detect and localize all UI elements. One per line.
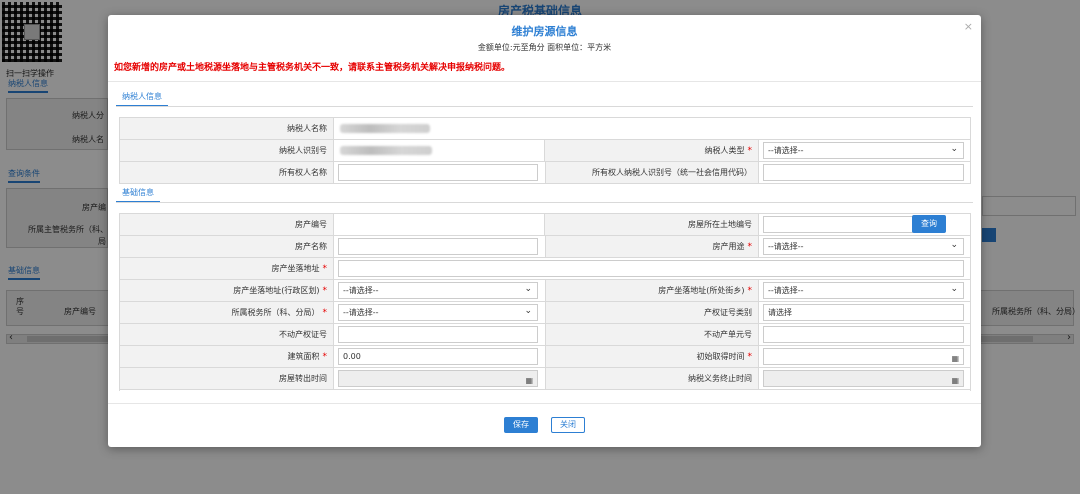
header-divider [108, 81, 981, 82]
tax-office-label: 所属税务所（科、分局） * [120, 302, 334, 323]
taxpayer-name-value [334, 118, 972, 139]
taxpayer-id-label: 纳税人识别号 [120, 140, 334, 161]
acquire-date-label: 初始取得时间 * [545, 346, 759, 367]
unit-no-input[interactable] [763, 326, 964, 343]
calendar-icon[interactable]: ▦ [525, 373, 533, 388]
tab-basic-info: 基础信息 [116, 187, 160, 203]
transfer-date-label: 房屋转出时间 [120, 368, 334, 389]
property-code-label: 房产编号 [120, 214, 334, 235]
owner-name-label: 所有权人名称 [120, 162, 334, 183]
transfer-date-input[interactable]: ▦ [338, 370, 538, 387]
cert-type-select[interactable]: 请选择 [763, 304, 964, 321]
form-row: 纳税人名称 [120, 118, 970, 140]
taxpayer-type-select[interactable]: --请选择-- ⌄ [763, 142, 964, 159]
owner-name-input[interactable] [338, 164, 538, 181]
district-select[interactable]: --请选择-- ⌄ [338, 282, 538, 299]
form-row: 房产坐落地址 * [120, 258, 970, 280]
land-code-input[interactable] [763, 216, 913, 233]
maintain-property-modal: 维护房源信息 金额单位:元至角分 面积单位：平方米 如您新增的房产或土地税源坐落… [108, 15, 981, 447]
chevron-down-icon: ⌄ [524, 284, 532, 294]
calendar-icon[interactable]: ▦ [951, 351, 959, 366]
taxpayer-name-label: 纳税人名称 [120, 118, 334, 139]
land-code-label: 房屋所在土地编号 [545, 214, 759, 235]
close-button[interactable]: 关闭 [551, 417, 585, 433]
footer-divider [108, 403, 981, 404]
basic-form: 房产编号 房屋所在土地编号 查询 房产名称 房产用途 * --请选择-- ⌄ 房产坐… [119, 213, 971, 391]
street-label: 房产坐落地址(所处街乡) * [545, 280, 759, 301]
address-input[interactable] [338, 260, 964, 277]
form-row: 建筑面积* 初始取得时间* ▦ [120, 346, 970, 368]
tab-taxpayer-info: 纳税人信息 [116, 91, 168, 107]
form-row: 所有权人名称 所有权人纳税人识别号（统一社会信用代码） [120, 162, 970, 184]
street-select[interactable]: --请选择-- ⌄ [763, 282, 964, 299]
unit-no-label: 不动产单元号 [545, 324, 759, 345]
district-label: 房产坐落地址(行政区划) * [120, 280, 334, 301]
cert-no-label: 不动产权证号 [120, 324, 334, 345]
redacted-taxpayer-name [340, 124, 430, 133]
property-name-label: 房产名称 [120, 236, 334, 257]
modal-header: 维护房源信息 金额单位:元至角分 面积单位：平方米 如您新增的房产或土地税源坐落… [108, 15, 981, 77]
form-row: 房产名称 房产用途 * --请选择-- ⌄ [120, 236, 970, 258]
form-row: 房产编号 房屋所在土地编号 查询 [120, 214, 970, 236]
form-row: 房屋转出时间 ▦ 纳税义务终止时间 ▦ [120, 368, 970, 390]
modal-subtitle: 金额单位:元至角分 面积单位：平方米 [477, 43, 612, 52]
cert-type-label: 产权证号类别 [545, 302, 759, 323]
address-label: 房产坐落地址 * [120, 258, 334, 279]
form-row: 不动产权证号 不动产单元号 [120, 324, 970, 346]
calendar-icon[interactable]: ▦ [951, 373, 959, 388]
end-date-label: 纳税义务终止时间 [545, 368, 759, 389]
save-button[interactable]: 保存 [504, 417, 538, 433]
taxpayer-id-value [334, 140, 545, 161]
chevron-down-icon: ⌄ [950, 240, 958, 250]
form-row: 房产坐落地址(行政区划) * --请选择-- ⌄ 房产坐落地址(所处街乡) * --请… [120, 280, 970, 302]
area-label: 建筑面积 * [120, 346, 334, 367]
land-query-button[interactable]: 查询 [912, 215, 946, 233]
property-name-input[interactable] [338, 238, 538, 255]
cert-no-input[interactable] [338, 326, 538, 343]
taxpayer-type-label: 纳税人类型 * [545, 140, 759, 161]
tax-office-select[interactable]: --请选择-- ⌄ [338, 304, 538, 321]
modal-title: 维护房源信息 [511, 25, 578, 38]
property-code-value [334, 214, 545, 235]
chevron-down-icon: ⌄ [950, 144, 958, 154]
area-input[interactable] [338, 348, 538, 365]
usage-select[interactable]: --请选择-- ⌄ [763, 238, 964, 255]
chevron-down-icon: ⌄ [950, 284, 958, 294]
taxpayer-form: 纳税人名称 纳税人识别号 纳税人类型 * --请选择-- ⌄ 所有权人名称 所有权人… [119, 117, 971, 184]
modal-warning: 如您新增的房产或土地税源坐落地与主管税务机关不一致，请联系主管税务机关解决申报纳… [114, 63, 511, 73]
usage-label: 房产用途 * [545, 236, 759, 257]
chevron-down-icon: ⌄ [524, 306, 532, 316]
close-icon[interactable]: × [964, 20, 973, 33]
owner-id-input[interactable] [763, 164, 964, 181]
basic-section-line [116, 202, 973, 203]
form-row: 纳税人识别号 纳税人类型 * --请选择-- ⌄ [120, 140, 970, 162]
form-row: 所属税务所（科、分局） * --请选择-- ⌄ 产权证号类别 请选择 [120, 302, 970, 324]
taxpayer-section-line [116, 106, 973, 107]
redacted-taxpayer-id [340, 146, 432, 155]
acquire-date-input[interactable]: ▦ [763, 348, 964, 365]
owner-id-label: 所有权人纳税人识别号（统一社会信用代码） [545, 162, 759, 183]
end-date-input[interactable]: ▦ [763, 370, 964, 387]
